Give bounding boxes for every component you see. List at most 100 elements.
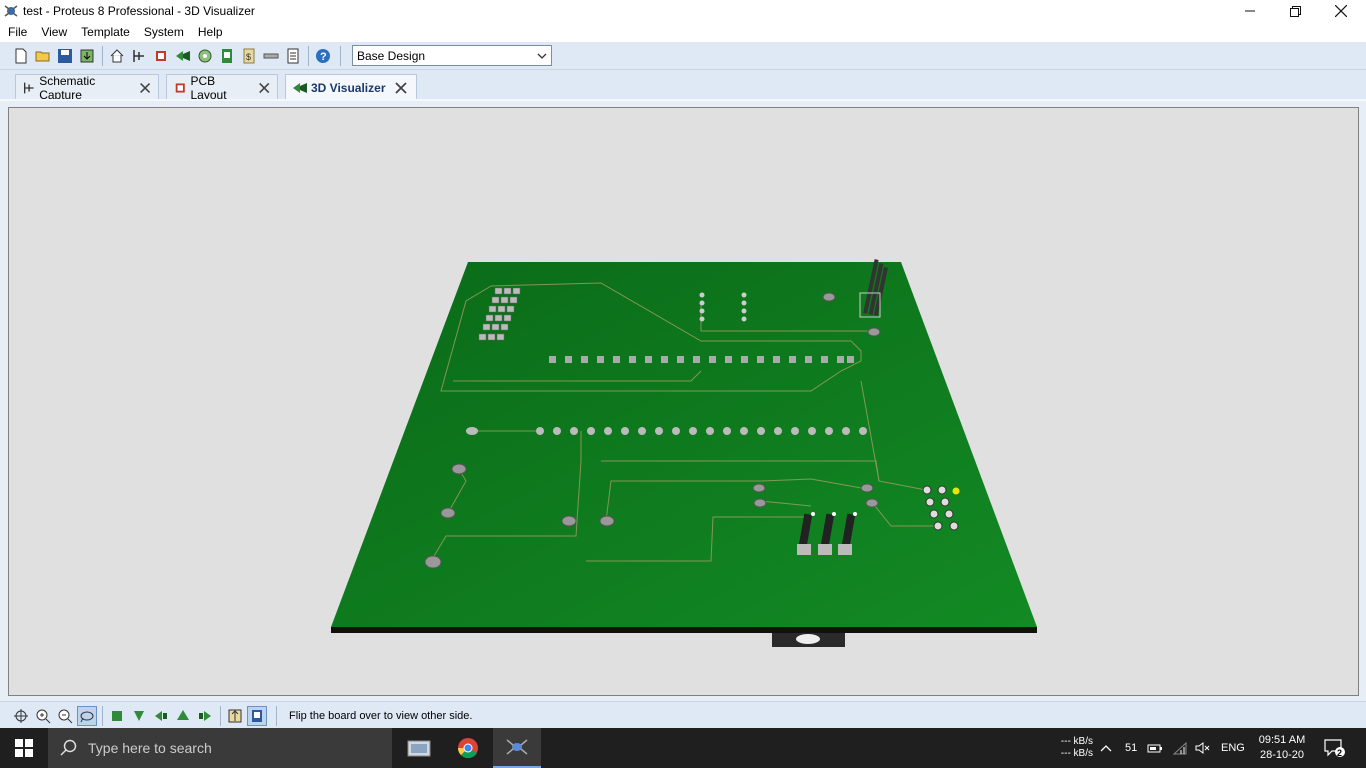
zoom-extents-icon [80,711,94,723]
tray-language[interactable]: ENG [1221,728,1245,768]
tray-wifi[interactable] [1172,728,1188,768]
import-icon [80,49,94,63]
center-icon [14,709,28,723]
variant-select-value: Base Design [357,49,426,63]
tray-chevron[interactable] [1100,728,1112,768]
taskbar-file-manager[interactable] [395,728,443,768]
title-bar: test - Proteus 8 Professional - 3D Visua… [0,0,1366,22]
zoom-in-button[interactable] [33,706,53,726]
close-icon[interactable] [393,80,409,96]
view-top-button[interactable] [107,706,127,726]
minimize-icon [1245,10,1255,12]
tab-label: PCB Layout [190,73,227,102]
toolbar-separator [276,706,277,726]
help-button[interactable]: ? [313,46,333,66]
restore-button[interactable] [1272,0,1318,22]
3d-viewport[interactable] [8,107,1359,696]
save-button[interactable] [55,46,75,66]
tab-label: 3D Visualizer [311,81,386,95]
gerber-button[interactable] [195,46,215,66]
open-folder-icon [35,51,50,62]
close-icon[interactable] [138,80,152,96]
menu-view[interactable]: View [34,22,74,42]
menu-bar: File View Template System Help [0,22,1366,42]
toolbar-separator [102,46,103,66]
menu-system[interactable]: System [137,22,191,42]
proteus-icon [506,739,528,755]
volume-muted-icon [1195,742,1210,754]
import-button[interactable] [77,46,97,66]
center-button[interactable] [11,706,31,726]
help-icon: ? [316,49,330,63]
clock-date: 28-10-20 [1259,749,1305,761]
svg-text:$: $ [246,52,251,62]
view-right-icon [199,711,211,721]
chevron-down-icon [537,53,547,59]
3d-visualizer-icon [176,51,190,61]
menu-file[interactable]: File [0,22,34,42]
close-icon[interactable] [257,80,272,96]
toggle-components-icon [252,710,262,722]
home-button[interactable] [107,46,127,66]
tray-number: 51 [1125,742,1138,754]
zoom-out-button[interactable] [55,706,75,726]
new-file-icon [15,48,27,64]
view-left-button[interactable] [151,706,171,726]
netlist-button[interactable] [261,46,281,66]
tray-battery[interactable] [1147,728,1163,768]
main-toolbar: $ ? [0,42,1366,70]
bottom-component-hole [796,634,820,644]
3d-visualizer-icon [293,83,307,93]
design-explorer-button[interactable]: $ [239,46,259,66]
chevron-up-icon [1100,745,1112,752]
pcb-board-edge [331,627,1037,633]
tab-3d-visualizer[interactable]: 3D Visualizer [285,74,417,101]
notes-button[interactable] [283,46,303,66]
file-manager-icon [407,740,431,757]
toolbar-separator [340,46,341,66]
windows-logo-icon [15,739,33,757]
minimize-button[interactable] [1227,0,1273,22]
toggle-components-button[interactable] [247,706,267,726]
taskbar-proteus[interactable] [493,728,541,768]
taskbar-clock[interactable]: 09:51 AM 28-10-20 [1252,733,1312,763]
view-back-button[interactable] [173,706,193,726]
3d-visualizer-button[interactable] [173,46,193,66]
svg-text:?: ? [320,51,327,63]
bottom-toolbar: Flip the board over to view other side. [0,701,1366,728]
start-button[interactable] [0,728,48,768]
view-back-icon [177,710,189,720]
zoom-extents-button[interactable] [77,706,97,726]
save-icon [58,49,72,63]
close-icon [1335,5,1347,17]
close-button[interactable] [1318,0,1364,22]
net-upload: --- kB/s [1060,736,1093,747]
menu-help[interactable]: Help [191,22,230,42]
status-message: Flip the board over to view other side. [289,710,473,722]
tab-pcb-layout[interactable]: PCB Layout [166,73,278,102]
view-left-icon [155,711,167,721]
new-file-button[interactable] [11,46,31,66]
flip-board-button[interactable] [225,706,245,726]
schematic-icon [23,82,34,93]
design-variant-select[interactable]: Base Design [352,45,552,66]
taskbar-chrome[interactable] [444,728,492,768]
notes-icon [287,48,299,64]
schematic-button[interactable] [129,46,149,66]
view-right-button[interactable] [195,706,215,726]
bom-button[interactable] [217,46,237,66]
action-center-button[interactable]: 2 [1323,728,1345,768]
network-speed: --- kB/s --- kB/s [1055,736,1093,760]
search-icon [60,739,77,756]
clock-time: 09:51 AM [1258,734,1306,746]
pcb-button[interactable] [151,46,171,66]
windows-taskbar: Type here to search --- kB/s --- kB/s 51… [0,728,1366,768]
open-button[interactable] [33,46,53,66]
tab-schematic-capture[interactable]: Schematic Capture [15,74,159,102]
netlist-icon [263,53,279,59]
menu-template[interactable]: Template [74,22,137,42]
home-icon [110,49,124,63]
taskbar-search[interactable]: Type here to search [48,728,392,768]
tray-volume[interactable] [1195,728,1211,768]
view-front-button[interactable] [129,706,149,726]
